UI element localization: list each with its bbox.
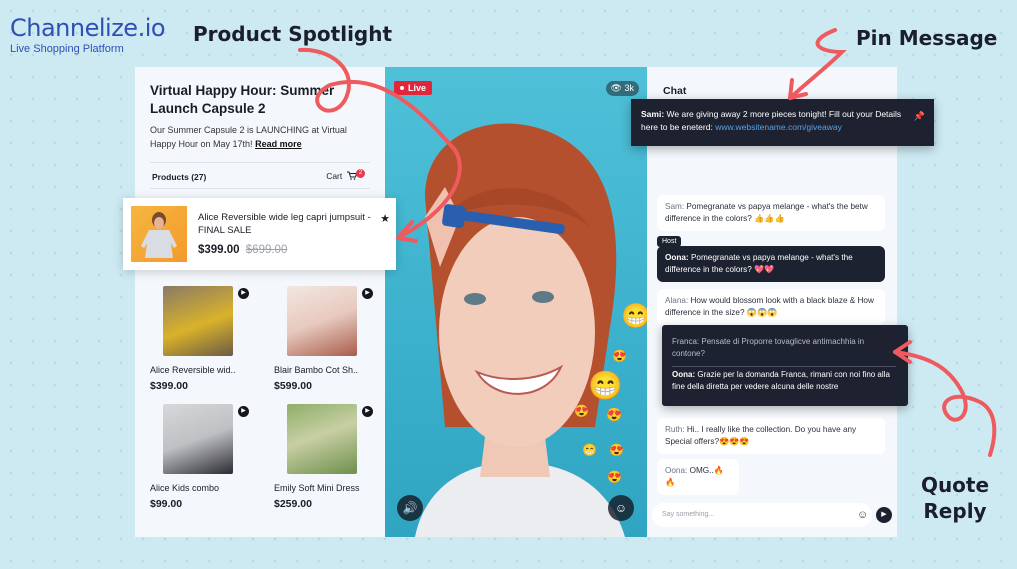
- emoji-picker-icon[interactable]: ☺: [857, 507, 868, 523]
- quoted-text: Pensate di Proporre tovaglicve antimachh…: [672, 337, 865, 358]
- product-name: Alice Reversible wid..: [150, 365, 236, 375]
- floating-emoji: 😍: [606, 407, 623, 422]
- product-price: $399.00: [150, 380, 188, 392]
- product-card[interactable]: ▶ Emily Soft Mini Dress $259.00: [274, 404, 384, 510]
- product-card[interactable]: ▶ Blair Bambo Cot Sh.. $599.00: [274, 286, 384, 392]
- callout-pin-message: Pin Message: [856, 26, 998, 50]
- chat-text: Pomegranate vs papya melange - what's th…: [665, 253, 853, 274]
- products-bar: Products (27) Cart 2: [150, 162, 370, 189]
- live-badge: Live: [394, 81, 433, 95]
- reply-text: Grazie per la domanda Franca, rimani con…: [672, 370, 890, 391]
- read-more-link[interactable]: Read more: [255, 139, 302, 149]
- play-icon[interactable]: ▶: [362, 288, 373, 299]
- floating-emoji: 😍: [607, 470, 622, 484]
- reply-sender: Oona:: [672, 370, 696, 379]
- eye-icon: 👁: [610, 83, 622, 93]
- chat-message: Oona: OMG..🔥🔥: [657, 459, 739, 495]
- spotlight-price: $399.00: [198, 244, 240, 256]
- floating-emoji: 😁: [621, 303, 647, 330]
- callout-product-spotlight: Product Spotlight: [193, 22, 393, 46]
- product-name: Emily Soft Mini Dress: [274, 483, 360, 493]
- play-icon[interactable]: ▶: [362, 406, 373, 417]
- chat-message: Alana: How would blossom look with a bla…: [657, 289, 885, 325]
- product-price: $599.00: [274, 380, 312, 392]
- product-sidebar: Virtual Happy Hour: Summer Launch Capsul…: [135, 67, 385, 537]
- quote-reply-message: Franca: Pensate di Proporre tovaglicve a…: [662, 325, 908, 406]
- pinned-message: Sami: We are giving away 2 more pieces t…: [631, 99, 934, 146]
- reaction-emoji-icon[interactable]: ☺: [608, 495, 634, 521]
- live-label: Live: [408, 83, 427, 93]
- product-card[interactable]: ▶ Alice Kids combo $99.00: [150, 404, 260, 510]
- quoted-message: Franca: Pensate di Proporre tovaglicve a…: [672, 336, 896, 367]
- spotlight-product-image: [131, 206, 187, 262]
- callout-quote-line2: Reply: [923, 499, 987, 523]
- product-image: [163, 286, 233, 356]
- play-icon[interactable]: ▶: [238, 406, 249, 417]
- viewer-count-value: 3k: [624, 83, 634, 93]
- chat-text: Pomegranate vs papya melange - what's th…: [665, 202, 868, 223]
- callout-quote-reply: Quote Reply: [900, 472, 1010, 524]
- star-icon[interactable]: ★: [380, 212, 390, 225]
- floating-emoji: 😍: [612, 349, 627, 363]
- play-icon[interactable]: ▶: [238, 288, 249, 299]
- event-description-text: Our Summer Capsule 2 is LAUNCHING at Vir…: [150, 125, 347, 149]
- live-video[interactable]: Live 👁 3k 😁 😍 😁 😍 😍 😁 😍 😍 🔊 ☺: [385, 67, 647, 537]
- quoted-sender: Franca:: [672, 337, 700, 346]
- chat-sender: Ruth:: [665, 425, 685, 434]
- chat-sender: Sam:: [665, 202, 685, 211]
- product-name: Alice Kids combo: [150, 483, 220, 493]
- chat-message: Sam: Pomegranate vs papya melange - what…: [657, 195, 885, 231]
- product-price: $259.00: [274, 498, 312, 510]
- chat-sender: Oona:: [665, 253, 689, 262]
- pin-icon[interactable]: 📌: [914, 110, 925, 123]
- product-card[interactable]: ▶ Alice Reversible wid.. $399.00: [150, 286, 260, 392]
- viewer-count: 👁 3k: [605, 81, 639, 96]
- presenter-video-frame: [415, 123, 625, 537]
- floating-emoji: 😁: [582, 443, 597, 457]
- reply-message: Oona: Grazie per la domanda Franca, rima…: [672, 369, 898, 393]
- chat-message: Ruth: Hi.. I really like the collection.…: [657, 418, 885, 454]
- spotlight-old-price: $699.00: [245, 244, 288, 256]
- product-name: Blair Bambo Cot Sh..: [274, 365, 359, 375]
- callout-quote-line1: Quote: [920, 473, 990, 497]
- product-price: $99.00: [150, 498, 183, 510]
- logo-text: Channelize.io: [10, 14, 166, 42]
- product-image: [163, 404, 233, 474]
- spotlight-product-card[interactable]: Alice Reversible wide leg capri jumpsuit…: [123, 198, 396, 270]
- speaker-icon[interactable]: 🔊: [397, 495, 423, 521]
- floating-emoji: 😍: [609, 443, 624, 457]
- product-image: [287, 286, 357, 356]
- chat-input[interactable]: Say something...: [652, 503, 872, 527]
- cart-label: Cart: [326, 171, 343, 181]
- product-image: [287, 404, 357, 474]
- pinned-sender: Sami:: [641, 109, 665, 119]
- chat-sender: Alana:: [665, 296, 689, 305]
- floating-emoji: 😁: [588, 370, 623, 401]
- chat-message-host: Oona: Pomegranate vs papya melange - wha…: [657, 246, 885, 282]
- chat-sender: Oona:: [665, 466, 688, 475]
- quote-arrow: [893, 350, 997, 457]
- cart-badge: 2: [356, 169, 365, 178]
- brand-logo: Channelize.io Live Shopping Platform: [10, 14, 166, 55]
- floating-emoji: 😍: [574, 404, 589, 418]
- chat-text: How would blossom look with a black blaz…: [665, 296, 874, 317]
- live-dot-icon: [400, 86, 404, 90]
- chat-text: Hi.. I really like the collection. Do yo…: [665, 425, 857, 446]
- spotlight-model-illustration: [141, 212, 177, 258]
- spotlight-product-name: Alice Reversible wide leg capri jumpsuit…: [198, 212, 371, 236]
- products-count[interactable]: Products (27): [152, 172, 206, 182]
- cart-button[interactable]: Cart 2: [326, 169, 368, 183]
- logo-tagline: Live Shopping Platform: [10, 43, 124, 55]
- spotlight-price-row: $399.00 $699.00: [198, 244, 287, 256]
- event-description: Our Summer Capsule 2 is LAUNCHING at Vir…: [150, 123, 375, 151]
- event-title: Virtual Happy Hour: Summer Launch Capsul…: [150, 83, 335, 116]
- chat-title: Chat: [663, 85, 687, 97]
- send-button[interactable]: ▶: [876, 507, 892, 523]
- pinned-link[interactable]: www.websitename.com/giveaway: [715, 122, 842, 132]
